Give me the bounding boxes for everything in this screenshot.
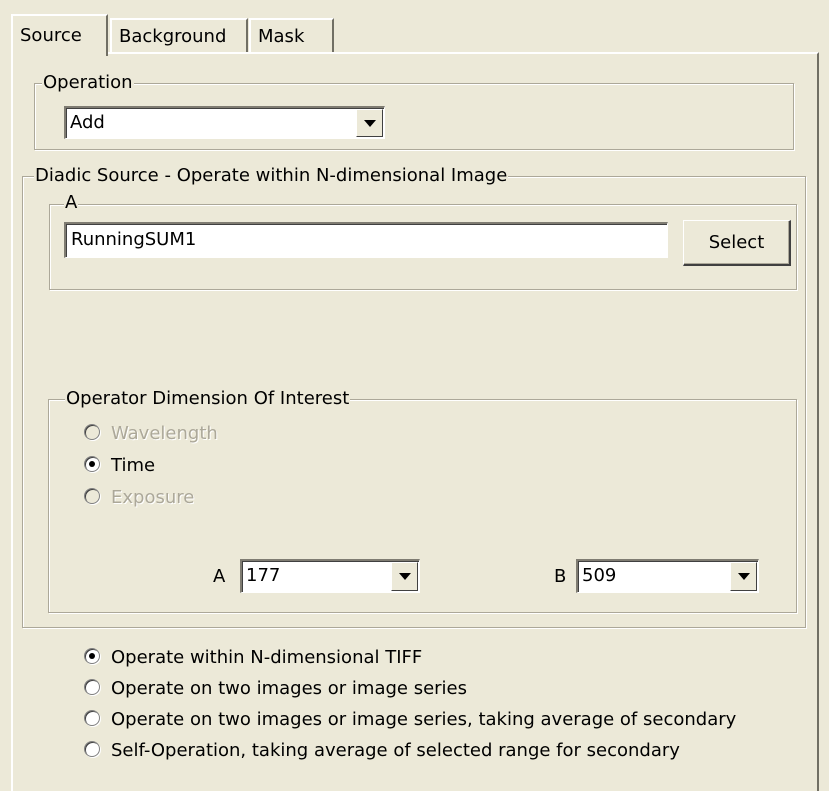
tab-background[interactable]: Background	[110, 18, 248, 53]
radio-exposure-label: Exposure	[111, 487, 195, 508]
chevron-down-icon	[737, 573, 750, 580]
radio-icon	[84, 648, 100, 664]
radio-time[interactable]: Time	[84, 454, 155, 478]
diadic-source-legend: Diadic Source - Operate within N-dimensi…	[34, 165, 509, 187]
a-range-dropdown-button[interactable]	[391, 562, 418, 591]
mode-radio-two-images-average[interactable]: Operate on two images or image series, t…	[84, 708, 736, 732]
mode-radio-label: Operate on two images or image series	[111, 678, 468, 699]
mode-radio-label: Operate within N-dimensional TIFF	[111, 647, 423, 668]
radio-icon	[84, 741, 100, 757]
operator-dimension-legend: Operator Dimension Of Interest	[65, 388, 351, 410]
a-range-label: A	[213, 566, 226, 587]
tab-background-label: Background	[119, 26, 227, 47]
radio-dot-icon	[89, 653, 95, 659]
radio-icon	[84, 488, 100, 504]
b-range-label: B	[554, 566, 567, 587]
radio-exposure[interactable]: Exposure	[84, 486, 194, 510]
operation-dropdown-button[interactable]	[356, 109, 383, 137]
mode-radio-label: Operate on two images or image series, t…	[111, 709, 737, 730]
b-range-select[interactable]: 509	[576, 559, 759, 593]
a-source-legend: A	[64, 192, 79, 214]
tab-mask-label: Mask	[258, 26, 305, 47]
mode-radio-two-images[interactable]: Operate on two images or image series	[84, 677, 467, 701]
a-range-value: 177	[246, 565, 281, 586]
select-button[interactable]: Select	[683, 220, 791, 266]
radio-dot-icon	[89, 461, 95, 467]
radio-wavelength[interactable]: Wavelength	[84, 422, 218, 446]
a-range-select[interactable]: 177	[240, 559, 420, 593]
radio-icon	[84, 710, 100, 726]
mode-radio-ndim-tiff[interactable]: Operate within N-dimensional TIFF	[84, 646, 422, 670]
radio-icon	[84, 424, 100, 440]
operation-legend: Operation	[42, 72, 134, 94]
radio-icon	[84, 456, 100, 472]
chevron-down-icon	[398, 573, 411, 580]
b-range-value: 509	[582, 565, 617, 586]
operation-select[interactable]: Add	[64, 106, 385, 139]
tab-mask[interactable]: Mask	[249, 18, 334, 53]
radio-time-label: Time	[111, 455, 156, 476]
tab-source[interactable]: Source	[11, 14, 108, 56]
a-source-input[interactable]: RunningSUM1	[64, 222, 668, 258]
operation-selected-value: Add	[70, 112, 105, 133]
select-button-label: Select	[708, 232, 765, 253]
mode-radio-self-operation[interactable]: Self-Operation, taking average of select…	[84, 739, 680, 763]
mode-radio-label: Self-Operation, taking average of select…	[111, 740, 680, 761]
chevron-down-icon	[363, 119, 376, 127]
tab-source-label: Source	[20, 25, 82, 46]
radio-wavelength-label: Wavelength	[111, 423, 218, 444]
b-range-dropdown-button[interactable]	[730, 562, 757, 591]
radio-icon	[84, 679, 100, 695]
